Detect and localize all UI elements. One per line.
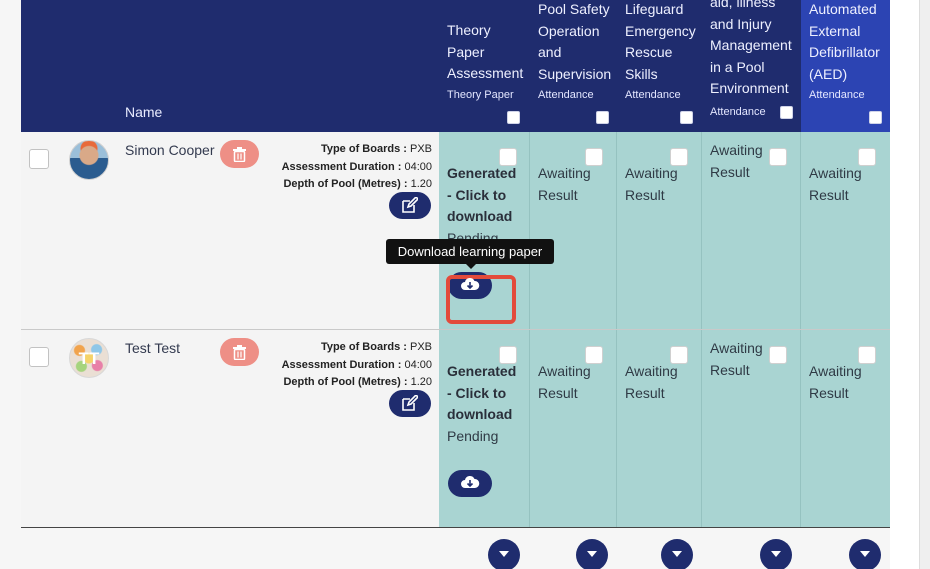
cell-pool-safety: Awaiting Result — [530, 330, 617, 527]
meta-label: Depth of Pool (Metres) : — [283, 376, 408, 388]
caret-down-icon — [587, 551, 597, 557]
cell-theory: Generated - Click to download Pending — [439, 330, 530, 527]
table-header: Name Theory Paper Assessment Theory Pape… — [21, 0, 890, 132]
header-checkbox[interactable] — [680, 111, 693, 124]
trash-icon — [233, 147, 246, 162]
column-menu-button[interactable] — [760, 539, 792, 569]
column-menu-button[interactable] — [661, 539, 693, 569]
header-col-sub: Theory Paper — [447, 89, 514, 101]
avatar-initials: TT — [78, 349, 100, 368]
cell-checkbox[interactable] — [769, 148, 787, 166]
column-menu-button[interactable] — [488, 539, 520, 569]
awaiting-result: Awaiting Result — [809, 165, 862, 203]
awaiting-result: Awaiting Result — [625, 363, 678, 401]
cell-theory: Generated - Click to download Pending — [439, 132, 530, 329]
awaiting-result: Awaiting Result — [710, 340, 763, 378]
caret-down-icon — [860, 551, 870, 557]
awaiting-result: Awaiting Result — [710, 142, 763, 180]
awaiting-result: Awaiting Result — [538, 165, 591, 203]
download-button[interactable] — [446, 272, 516, 324]
scrollbar[interactable] — [919, 0, 930, 569]
cell-aed: Awaiting Result — [801, 330, 890, 527]
page: Name Theory Paper Assessment Theory Pape… — [0, 0, 930, 569]
edit-icon — [402, 197, 418, 213]
column-menu-button[interactable] — [576, 539, 608, 569]
meta-value: PXB — [409, 143, 432, 155]
header-col-sub: Attendance — [809, 89, 865, 101]
theory-sub: Pending — [447, 428, 499, 444]
cell-first-aid: Awaiting Result — [702, 330, 801, 527]
table-row: Simon Cooper Type of Boards : PXB Assess… — [21, 132, 890, 330]
cell-aed: Awaiting Result — [801, 132, 890, 329]
header-col-aed: Automated External Defibrillator (AED) A… — [801, 0, 890, 132]
header-name: Name — [125, 104, 163, 120]
header-col-sub: Attendance — [538, 89, 594, 101]
delete-button[interactable] — [220, 338, 259, 366]
caret-down-icon — [499, 551, 509, 557]
download-button[interactable] — [448, 470, 492, 497]
delete-button[interactable] — [220, 140, 259, 168]
header-col-title: Theory Paper Assessment — [447, 22, 524, 81]
header-checkbox[interactable] — [596, 111, 609, 124]
row-checkbox[interactable] — [29, 149, 49, 169]
theory-status[interactable]: Generated - Click to download — [447, 361, 516, 426]
meta-value: PXB — [409, 341, 432, 353]
assessment-meta: Type of Boards : PXB Assessment Duration… — [282, 339, 432, 392]
person-name[interactable]: Test Test — [125, 340, 180, 356]
avatar: TT — [69, 338, 109, 378]
caret-down-icon — [672, 551, 682, 557]
header-col-theory: Theory Paper Assessment Theory Paper — [439, 0, 530, 132]
assessment-meta: Type of Boards : PXB Assessment Duration… — [282, 141, 432, 194]
header-col-first-aid: aid, illness and Injury Management in a … — [702, 0, 801, 132]
avatar — [69, 140, 109, 180]
cell-checkbox[interactable] — [769, 346, 787, 364]
row-checkbox[interactable] — [29, 347, 49, 367]
header-col-sub: Attendance — [710, 106, 766, 118]
header-col-title: Lifeguard Emergency Rescue Skills — [625, 1, 696, 82]
header-col-lifeguard: Lifeguard Emergency Rescue Skills Attend… — [617, 0, 702, 132]
awaiting-result: Awaiting Result — [625, 165, 678, 203]
awaiting-result: Awaiting Result — [538, 363, 591, 401]
column-menu-button[interactable] — [849, 539, 881, 569]
cloud-download-icon — [461, 277, 480, 290]
tooltip-arrow — [466, 264, 476, 269]
meta-label: Type of Boards : — [320, 143, 407, 155]
meta-value: 04:00 — [404, 160, 432, 173]
trash-icon — [233, 345, 246, 360]
header-col-sub: Attendance — [625, 89, 681, 101]
header-col-title: Pool Safety Operation and Supervision — [538, 1, 612, 82]
meta-label: Assessment Duration : — [281, 358, 402, 371]
edit-button[interactable] — [389, 192, 431, 219]
cell-first-aid: Awaiting Result — [702, 132, 801, 329]
meta-label: Type of Boards : — [320, 341, 407, 353]
meta-value: 04:00 — [404, 358, 432, 371]
cell-lifeguard: Awaiting Result — [617, 132, 702, 329]
tooltip: Download learning paper — [386, 239, 554, 264]
header-checkbox[interactable] — [507, 111, 520, 124]
theory-status[interactable]: Generated - Click to download — [447, 163, 516, 228]
left-strip — [0, 0, 21, 569]
cell-lifeguard: Awaiting Result — [617, 330, 702, 527]
caret-down-icon — [771, 551, 781, 557]
edit-button[interactable] — [389, 390, 431, 417]
meta-label: Assessment Duration : — [281, 160, 402, 173]
edit-icon — [402, 395, 418, 411]
table-footer — [21, 528, 890, 569]
header-col-title: aid, illness and Injury Management in a … — [710, 0, 792, 96]
cloud-download-icon — [461, 475, 480, 488]
person-name[interactable]: Simon Cooper — [125, 142, 215, 158]
meta-value: 1.20 — [410, 376, 432, 388]
cell-pool-safety: Awaiting Result — [530, 132, 617, 329]
header-col-title: Automated External Defibrillator (AED) — [809, 1, 880, 82]
meta-value: 1.20 — [410, 178, 432, 190]
awaiting-result: Awaiting Result — [809, 363, 862, 401]
highlight-box — [446, 275, 516, 324]
header-checkbox[interactable] — [780, 106, 793, 119]
meta-label: Depth of Pool (Metres) : — [283, 178, 408, 190]
table-row: TT Test Test Type of Boards : PXB Assess… — [21, 330, 890, 528]
header-col-pool-safety: Pool Safety Operation and Supervision At… — [530, 0, 617, 132]
header-checkbox[interactable] — [869, 111, 882, 124]
